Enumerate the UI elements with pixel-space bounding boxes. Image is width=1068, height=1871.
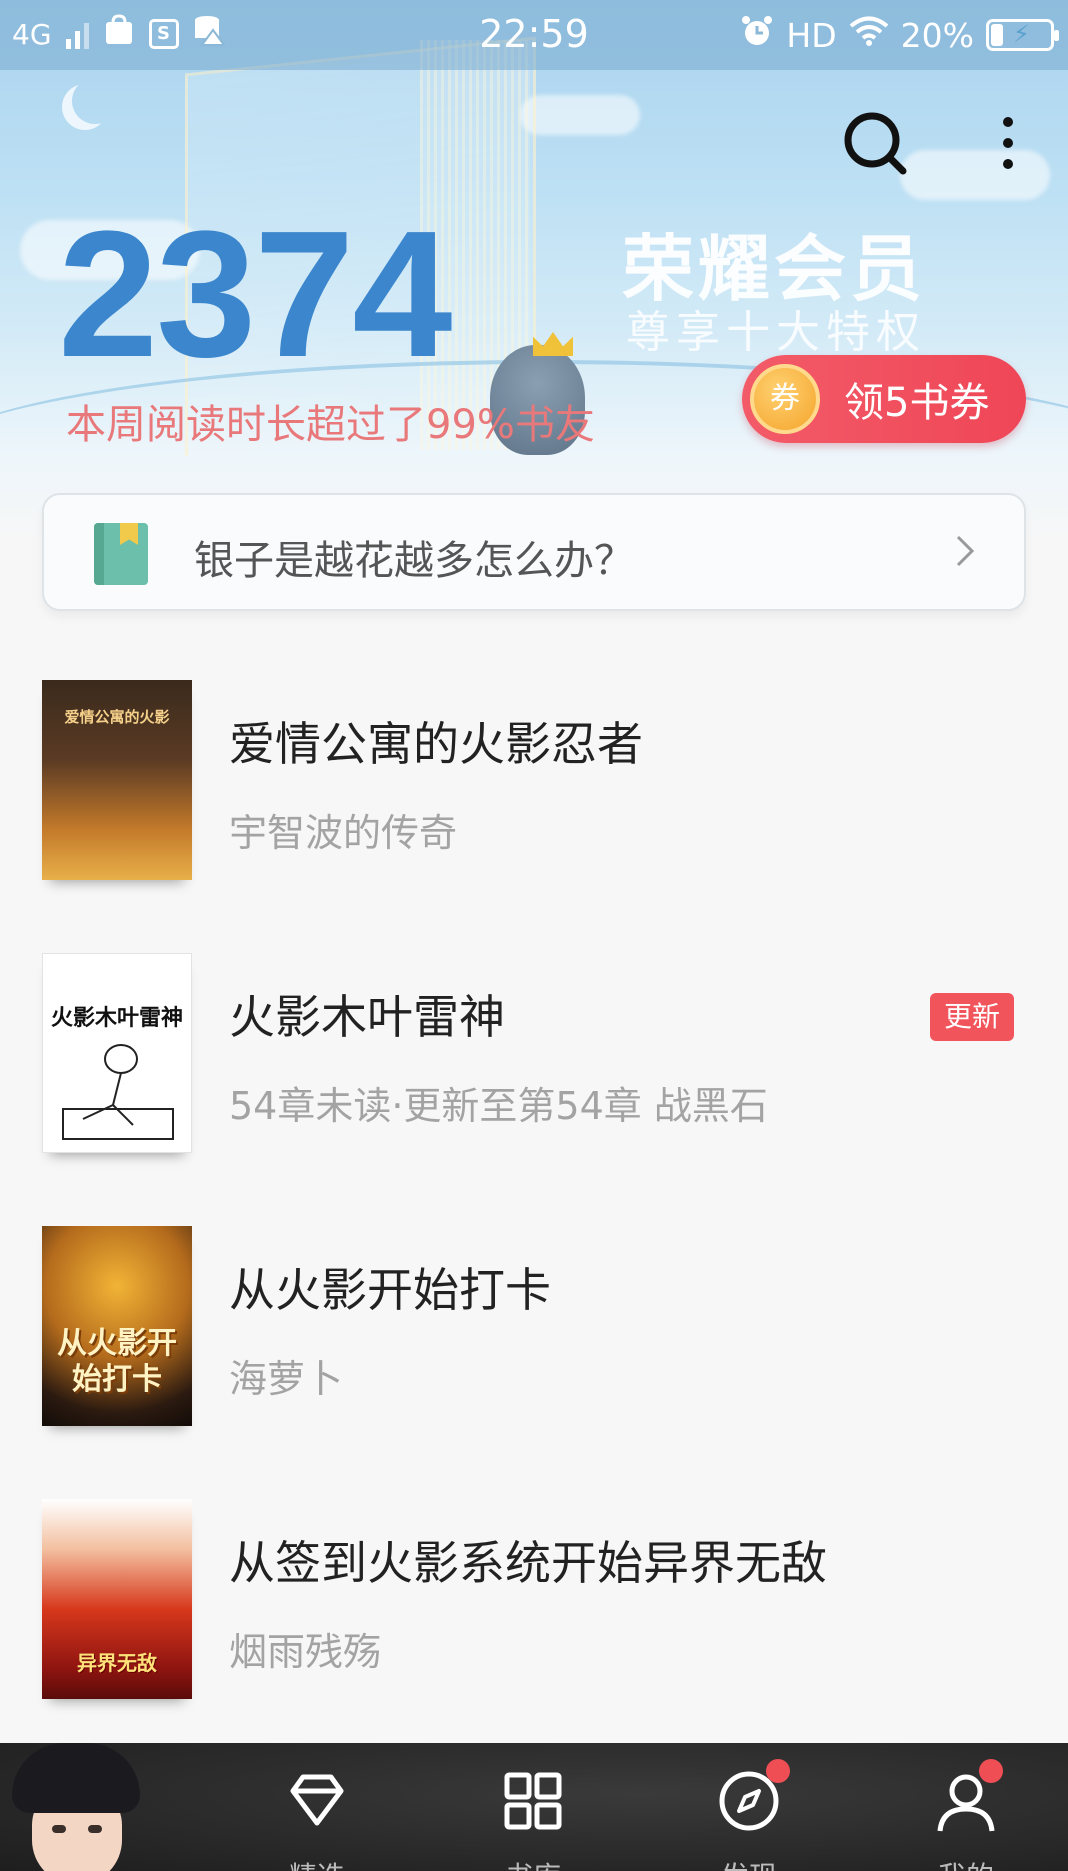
tab-label: 书库	[478, 1855, 588, 1871]
tab-library[interactable]: 书库	[478, 1743, 588, 1871]
crown-icon	[533, 332, 573, 356]
book-title: 火影木叶雷神	[229, 990, 505, 1044]
book-update-info: 54章未读·更新至第54章 战黑石	[229, 1084, 768, 1128]
cover-title: 异界无敌	[77, 1651, 157, 1675]
update-badge: 更新	[930, 993, 1014, 1041]
status-bar: 4G S 22:59 HD 20% ⚡	[0, 0, 1068, 70]
avatar[interactable]	[0, 1743, 150, 1871]
tab-label: 精选	[262, 1855, 372, 1871]
cover-illustration	[62, 1044, 174, 1140]
reading-rank-text: 本周阅读时长超过了99%书友	[66, 402, 595, 448]
tab-label: 发现	[694, 1855, 804, 1871]
coupon-icon: 券	[750, 364, 820, 434]
tip-text: 银子是越花越多怎么办？	[194, 538, 634, 584]
cover-title: 爱情公寓的火影	[64, 708, 170, 726]
moon-icon	[72, 78, 118, 124]
book-list-item[interactable]: 从火影开始打卡 从火影开始打卡 海萝卜	[0, 1226, 1068, 1431]
diamond-icon	[290, 1774, 344, 1826]
tip-card[interactable]: 银子是越花越多怎么办？	[42, 493, 1026, 611]
book-author: 宇智波的传奇	[229, 811, 458, 855]
book-icon	[94, 523, 148, 585]
book-list-item[interactable]: 火影木叶雷神 火影木叶雷神 54章未读·更新至第54章 战黑石 更新	[0, 953, 1068, 1158]
tab-featured[interactable]: 精选	[262, 1743, 372, 1871]
search-button[interactable]	[840, 108, 910, 178]
battery-icon: ⚡	[986, 19, 1059, 51]
tab-discover[interactable]: 发现	[694, 1743, 804, 1871]
more-options-button[interactable]	[986, 108, 1030, 178]
cloud-decoration	[520, 95, 640, 135]
tab-me[interactable]: 我的	[911, 1743, 1021, 1871]
chevron-right-icon	[956, 535, 975, 567]
grid-icon	[504, 1772, 562, 1830]
book-list-item[interactable]: 爱情公寓的火影 爱情公寓的火影忍者 宇智波的传奇	[0, 680, 1068, 885]
book-title: 从签到火影系统开始异界无敌	[229, 1536, 827, 1590]
more-vertical-icon	[1003, 117, 1013, 169]
search-icon	[844, 112, 907, 175]
book-cover[interactable]: 爱情公寓的火影	[42, 680, 192, 880]
claim-coupon-button[interactable]: 券 领5书券	[742, 355, 1026, 443]
book-title: 爱情公寓的火影忍者	[229, 717, 643, 771]
alarm-icon	[740, 14, 774, 56]
battery-percent: 20%	[900, 15, 974, 55]
cover-title: 从火影开始打卡	[57, 1326, 177, 1397]
wifi-icon	[849, 15, 889, 55]
reading-minutes-value: 2374	[58, 194, 452, 395]
book-author: 烟雨残殇	[229, 1630, 382, 1674]
book-title: 从火影开始打卡	[229, 1263, 551, 1317]
notification-dot	[766, 1759, 790, 1783]
hd-indicator: HD	[786, 15, 837, 55]
book-cover[interactable]: 从火影开始打卡	[42, 1226, 192, 1426]
vip-subtitle[interactable]: 尊享十大特权	[626, 296, 926, 360]
book-cover[interactable]: 火影木叶雷神	[42, 953, 192, 1153]
coupon-label: 领5书券	[844, 380, 990, 426]
bottom-navigation: 精选 书库 发现 我的	[0, 1743, 1068, 1871]
tab-label: 我的	[911, 1855, 1021, 1871]
book-author: 海萝卜	[229, 1357, 344, 1401]
book-list-item[interactable]: 异界无敌 从签到火影系统开始异界无敌 烟雨残殇	[0, 1499, 1068, 1704]
notification-dot	[979, 1759, 1003, 1783]
cover-title: 火影木叶雷神	[51, 1006, 184, 1031]
book-cover[interactable]: 异界无敌	[42, 1499, 192, 1699]
